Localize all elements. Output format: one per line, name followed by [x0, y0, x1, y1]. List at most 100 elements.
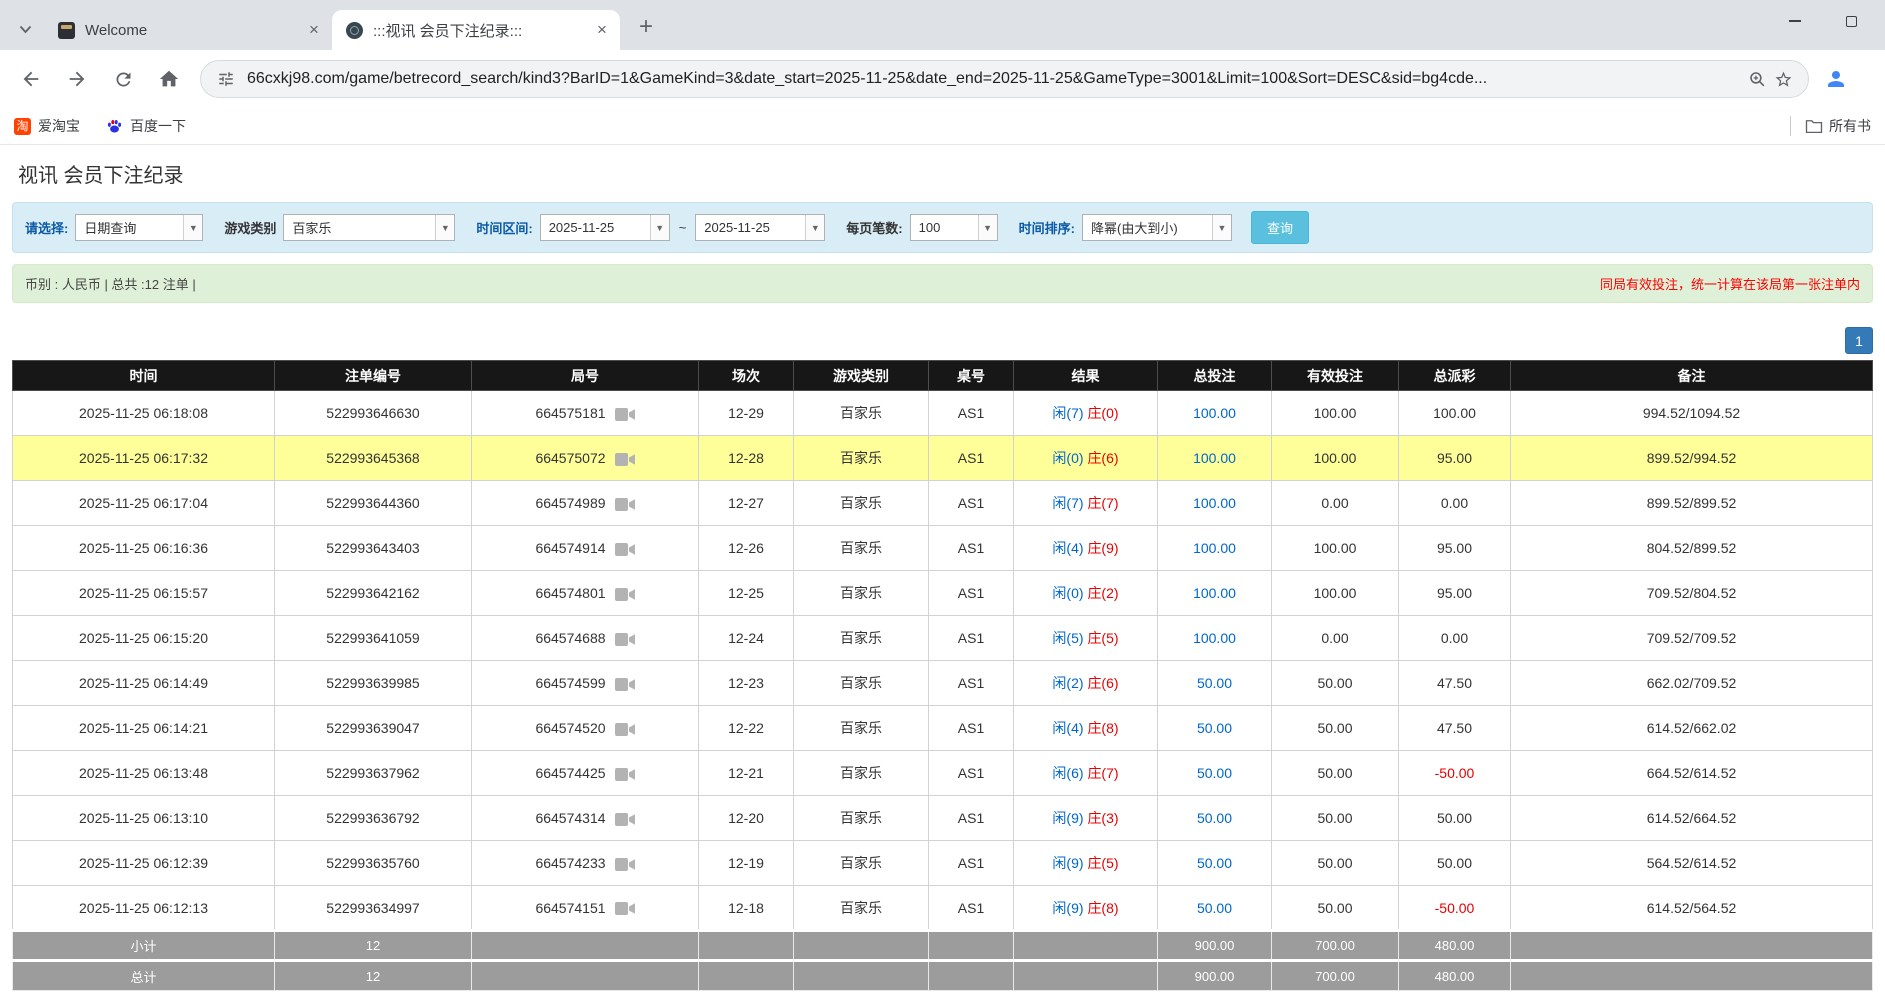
- session-cell: 12-23: [699, 661, 794, 706]
- round-number: 664574989: [535, 495, 605, 511]
- total-bet-link[interactable]: 100.00: [1193, 495, 1236, 511]
- video-icon[interactable]: [615, 633, 635, 646]
- bet-id-cell: 522993634997: [275, 886, 472, 931]
- video-icon[interactable]: [615, 453, 635, 466]
- game-type-cell: 百家乐: [794, 706, 929, 751]
- total-bet-link[interactable]: 50.00: [1197, 720, 1232, 736]
- close-tab-icon[interactable]: ×: [592, 20, 612, 40]
- total-bet-link[interactable]: 100.00: [1193, 630, 1236, 646]
- home-button[interactable]: [149, 59, 189, 99]
- search-button[interactable]: 查询: [1251, 211, 1309, 244]
- video-icon[interactable]: [615, 588, 635, 601]
- window-controls: [1767, 0, 1879, 42]
- total-bet-link[interactable]: 50.00: [1197, 810, 1232, 826]
- per-page-select[interactable]: 100 ▼: [910, 214, 998, 241]
- time-cell: 2025-11-25 06:16:36: [13, 526, 275, 571]
- bet-row: 2025-11-25 06:16:36522993643403664574914…: [13, 526, 1873, 571]
- result-cell: 闲(5) 庄(5): [1014, 616, 1158, 661]
- total-bet-link[interactable]: 50.00: [1197, 675, 1232, 691]
- video-icon[interactable]: [615, 543, 635, 556]
- profile-avatar[interactable]: [1817, 60, 1855, 98]
- tab-welcome[interactable]: Welcome ×: [44, 10, 332, 50]
- zoom-icon[interactable]: [1744, 66, 1770, 92]
- sort-order-select[interactable]: 降幂(由大到小) ▼: [1082, 214, 1232, 241]
- session-cell: 12-22: [699, 706, 794, 751]
- bookmark-baidu[interactable]: 百度一下: [106, 116, 186, 136]
- table-number-cell: AS1: [929, 661, 1014, 706]
- site-settings-icon[interactable]: [213, 66, 239, 92]
- game-type-select[interactable]: 百家乐 ▼: [283, 214, 455, 241]
- banker-result: 庄(7): [1087, 765, 1118, 781]
- round-cell: 664574233: [472, 841, 699, 886]
- welcome-favicon-icon: [58, 22, 75, 39]
- result-cell: 闲(2) 庄(6): [1014, 661, 1158, 706]
- query-type-select[interactable]: 日期查询 ▼: [75, 214, 203, 241]
- close-tab-icon[interactable]: ×: [304, 20, 324, 40]
- date-start-select[interactable]: 2025-11-25 ▼: [540, 214, 670, 241]
- payout-cell: 50.00: [1399, 796, 1511, 841]
- all-bookmarks[interactable]: 所有书: [1790, 116, 1871, 136]
- time-cell: 2025-11-25 06:12:13: [13, 886, 275, 931]
- date-end-select[interactable]: 2025-11-25 ▼: [695, 214, 825, 241]
- video-icon[interactable]: [615, 498, 635, 511]
- video-icon[interactable]: [615, 678, 635, 691]
- valid-bet-cell: 50.00: [1272, 751, 1399, 796]
- page-1-button[interactable]: 1: [1845, 327, 1873, 354]
- total-bet-link[interactable]: 100.00: [1193, 405, 1236, 421]
- minimize-button[interactable]: [1767, 0, 1823, 42]
- video-icon[interactable]: [615, 768, 635, 781]
- tab-bet-record[interactable]: :::视讯 会员下注纪录::: ×: [332, 10, 620, 50]
- round-cell: 664574520: [472, 706, 699, 751]
- player-result: 闲(4): [1052, 540, 1083, 556]
- total-bet-cell: 100.00: [1158, 481, 1272, 526]
- tab-title: :::视讯 会员下注纪录:::: [373, 20, 592, 41]
- bookmark-taobao[interactable]: 淘 爱淘宝: [14, 116, 80, 136]
- round-cell: 664574688: [472, 616, 699, 661]
- valid-bet-cell: 50.00: [1272, 841, 1399, 886]
- player-result: 闲(7): [1052, 405, 1083, 421]
- subtotal-row-cell-3: [699, 931, 794, 961]
- note-cell: 899.52/994.52: [1511, 436, 1873, 481]
- total-bet-cell: 50.00: [1158, 886, 1272, 931]
- total-bet-link[interactable]: 100.00: [1193, 450, 1236, 466]
- notice-text: 同局有效投注，统一计算在该局第一张注单内: [1600, 274, 1860, 293]
- total-bet-link[interactable]: 50.00: [1197, 900, 1232, 916]
- result-cell: 闲(6) 庄(7): [1014, 751, 1158, 796]
- total-bet-cell: 50.00: [1158, 841, 1272, 886]
- new-tab-button[interactable]: +: [630, 11, 662, 43]
- reload-button[interactable]: [103, 59, 143, 99]
- round-cell: 664575181: [472, 391, 699, 436]
- table-number-cell: AS1: [929, 841, 1014, 886]
- video-icon[interactable]: [615, 813, 635, 826]
- forward-button[interactable]: [57, 59, 97, 99]
- subtotal-row-cell-0: 小计: [13, 931, 275, 961]
- table-number-cell: AS1: [929, 391, 1014, 436]
- tab-strip: Welcome × :::视讯 会员下注纪录::: × +: [0, 0, 1885, 50]
- result-cell: 闲(7) 庄(7): [1014, 481, 1158, 526]
- video-icon[interactable]: [615, 723, 635, 736]
- bookmark-star-icon[interactable]: [1770, 66, 1796, 92]
- address-bar[interactable]: 66cxkj98.com/game/betrecord_search/kind3…: [200, 60, 1809, 98]
- game-type-cell: 百家乐: [794, 391, 929, 436]
- game-type-label: 游戏类别: [224, 218, 276, 237]
- back-button[interactable]: [11, 59, 51, 99]
- total-bet-link[interactable]: 50.00: [1197, 855, 1232, 871]
- total-row: 总计12900.00700.00480.00: [13, 961, 1873, 991]
- total-bet-link[interactable]: 100.00: [1193, 540, 1236, 556]
- round-number: 664574914: [535, 540, 605, 556]
- video-icon[interactable]: [615, 408, 635, 421]
- valid-bet-cell: 50.00: [1272, 886, 1399, 931]
- video-icon[interactable]: [615, 858, 635, 871]
- column-header: 总投注: [1158, 361, 1272, 391]
- note-cell: 709.52/709.52: [1511, 616, 1873, 661]
- round-cell: 664574425: [472, 751, 699, 796]
- bet-id-cell: 522993636792: [275, 796, 472, 841]
- select-value: 日期查询: [76, 218, 183, 237]
- total-bet-link[interactable]: 100.00: [1193, 585, 1236, 601]
- maximize-button[interactable]: [1823, 0, 1879, 42]
- round-number: 664574425: [535, 765, 605, 781]
- round-cell: 664574801: [472, 571, 699, 616]
- tab-search-chevron-icon[interactable]: [10, 14, 40, 44]
- total-bet-link[interactable]: 50.00: [1197, 765, 1232, 781]
- video-icon[interactable]: [615, 902, 635, 915]
